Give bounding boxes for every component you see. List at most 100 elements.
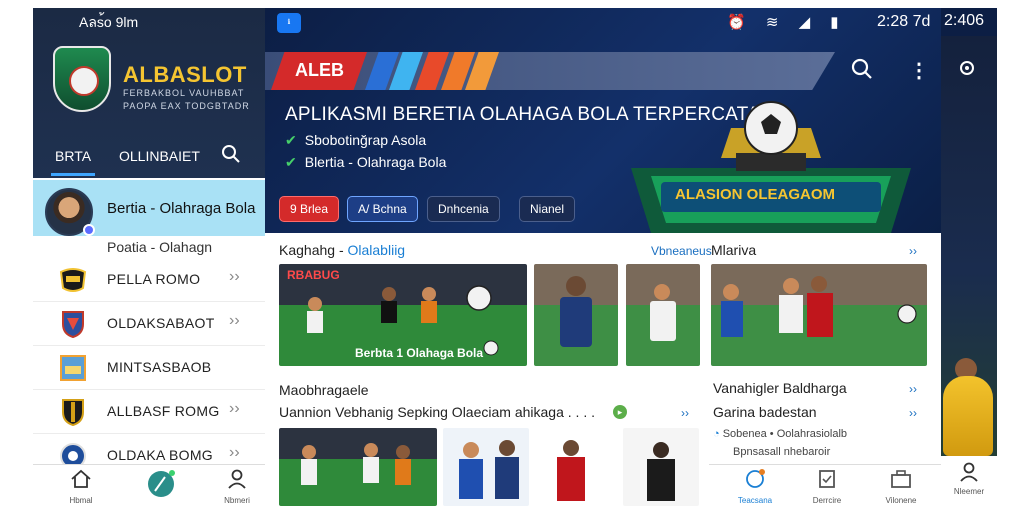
list-item[interactable]: ALLBASF ROMG ›› [33, 390, 265, 434]
filter-chip[interactable]: Dnhcenia [427, 196, 500, 222]
right-app-strip: Nleemer [941, 36, 997, 506]
list-item-label: OLDAKA BOMG [107, 447, 213, 463]
nav-tab[interactable]: Vilonene [871, 469, 931, 505]
check-icon: ✔ [285, 154, 297, 170]
news-thumbnail-right[interactable] [711, 264, 927, 366]
section-title-part: Kaghahg - [279, 242, 348, 258]
thumbnail-caption: Berbta 1 Olahaga Bola [355, 346, 484, 360]
nav-label: Vilonene [885, 496, 917, 505]
search-icon[interactable] [851, 58, 873, 80]
list-item-label: MINTSASBAOB [107, 359, 212, 375]
filter-chip[interactable]: Nianel [519, 196, 576, 222]
feature-text: Sbobotinğrap Asola [304, 132, 427, 148]
section2-title: Maobhragaele [279, 382, 369, 398]
left-header: Aลs้o 9lm ALBASLOT FERBAKBOL VAUHBBAT PA… [33, 8, 265, 178]
list-item[interactable]: OLDAKSABAOT ›› [33, 302, 265, 346]
nav-label: Teacsana [737, 496, 773, 505]
status-bar: ℹ ⏰ ≋ ◢ ▮ 2:28 7d [265, 8, 941, 38]
user-icon [228, 469, 246, 489]
nav-label: Derrcire [812, 496, 842, 505]
trophy-stage-icon [631, 101, 911, 233]
players-illustration [301, 443, 411, 485]
ball-icon [148, 470, 175, 497]
chevron-right-icon: ›› [229, 312, 240, 329]
brand-subtitle: FERBAKBOL VAUHBBAT [123, 88, 245, 98]
view-more-icon[interactable]: ›› [681, 406, 689, 420]
nav-center[interactable] [131, 469, 191, 504]
feature-line: ✔ Sbobotinğrap Asola [285, 132, 426, 149]
ball-icon [746, 469, 765, 488]
list-item[interactable]: PELLA ROMO ›› [33, 258, 265, 302]
video-thumbnail[interactable] [535, 428, 611, 506]
player-jersey [943, 376, 993, 456]
crest-badge-icon [62, 399, 84, 426]
view-more-icon[interactable]: ›› [909, 406, 917, 420]
search-icon[interactable] [221, 144, 241, 164]
verified-dot-icon [83, 224, 95, 236]
news-thumbnail[interactable] [626, 264, 700, 366]
right-status-time: 2:406 [944, 12, 985, 29]
video-thumbnail[interactable] [279, 428, 437, 506]
view-more-icon[interactable]: ›› [909, 382, 917, 396]
section-sublabel: Poatia - Olahagn [107, 239, 213, 255]
section2-right-subtitle: Garina badestan [713, 404, 817, 420]
filter-chip[interactable]: 9 Brlea [279, 196, 340, 222]
list-item[interactable]: MINTSASBAOB [33, 346, 265, 390]
gear-icon[interactable] [955, 56, 979, 80]
ball-badge-icon [59, 268, 87, 292]
nav-home[interactable]: Hbmal [51, 469, 111, 505]
section-title: Kaghahg - Olalabliig [279, 242, 405, 258]
chevron-right-icon: ›› [229, 400, 240, 417]
nav-tab[interactable]: Teacsana [725, 469, 785, 505]
news-thumbnail[interactable] [534, 264, 618, 366]
status-icons: ⏰ ≋ ◢ ▮ [727, 14, 847, 31]
document-icon [819, 470, 835, 488]
info-text: Sobenea • Oolahrasiolalb [722, 428, 848, 440]
shield-badge-icon [62, 311, 84, 338]
feature-text: Blertia - Olahraga Bola [304, 154, 447, 170]
view-more-icon[interactable]: ›› [909, 244, 917, 258]
info-line-2: Bpnsasall nhebaroir [733, 446, 831, 458]
check-icon: ✔ [285, 132, 297, 148]
nav-profile-label: Nbmeri [224, 496, 250, 505]
filter-chip[interactable]: A/ Bchna [347, 196, 418, 222]
feature-line: ✔ Blertia - Olahraga Bola [285, 154, 446, 171]
list-item-label: PELLA ROMO [107, 271, 201, 287]
player-illustration [560, 276, 592, 347]
main-bottom-nav: Teacsana Derrcire Vilonene [709, 464, 941, 506]
clock-icon: ◔ [713, 428, 723, 440]
tab-online[interactable]: OLLINBAIET [119, 148, 200, 164]
stadium-badge-icon [60, 355, 86, 381]
section2-right-title: Vanahigler Baldharga [713, 380, 847, 396]
player-illustration [647, 442, 675, 501]
tab-berita[interactable]: BRTA [50, 148, 96, 176]
more-vertical-icon[interactable]: ⋮ [909, 58, 929, 83]
info-line: ◔ Sobenea • Oolahrasiolalb [713, 428, 847, 440]
player-illustration [650, 284, 676, 341]
list-item-highlighted[interactable]: Bertia - Olahraga Bola [33, 180, 265, 236]
news-thumbnail-main[interactable]: RBABUG Berbta 1 Olahaga Bola [279, 264, 527, 366]
play-icon[interactable]: ▸ [613, 405, 627, 419]
players-illustration [459, 440, 519, 499]
nav-profile[interactable]: Nbmeri [207, 469, 265, 505]
user-icon [960, 462, 978, 482]
home-icon [71, 469, 91, 488]
left-status-text: Aลs้o 9lm [79, 14, 139, 30]
list-item-label: ALLBASF ROMG [107, 403, 220, 419]
section-title-right: Mlariva [711, 242, 757, 258]
status-time: 2:28 7d [877, 13, 931, 30]
video-thumbnail[interactable] [623, 428, 699, 506]
list-item-label: OLDAKSABAOT [107, 315, 215, 331]
right-nav-profile[interactable]: Nleemer [941, 456, 997, 506]
app-badge-icon: ℹ [277, 13, 301, 33]
players-illustration [721, 276, 917, 337]
section2-subtitle: Uannion Vebhanig Sepking Olaeciam ahikag… [279, 404, 595, 420]
nav-home-label: Hbmal [69, 496, 93, 505]
albaslot-logo-icon [53, 46, 111, 112]
video-thumbnail[interactable] [443, 428, 529, 506]
player-illustration [557, 440, 585, 501]
nav-tab[interactable]: Derrcire [797, 469, 857, 505]
brand-subtitle-2: PAOPA EAX TODGBTADR [123, 101, 250, 111]
chevron-right-icon: ›› [229, 268, 240, 285]
view-more-link[interactable]: Vbneaneus [651, 244, 712, 258]
